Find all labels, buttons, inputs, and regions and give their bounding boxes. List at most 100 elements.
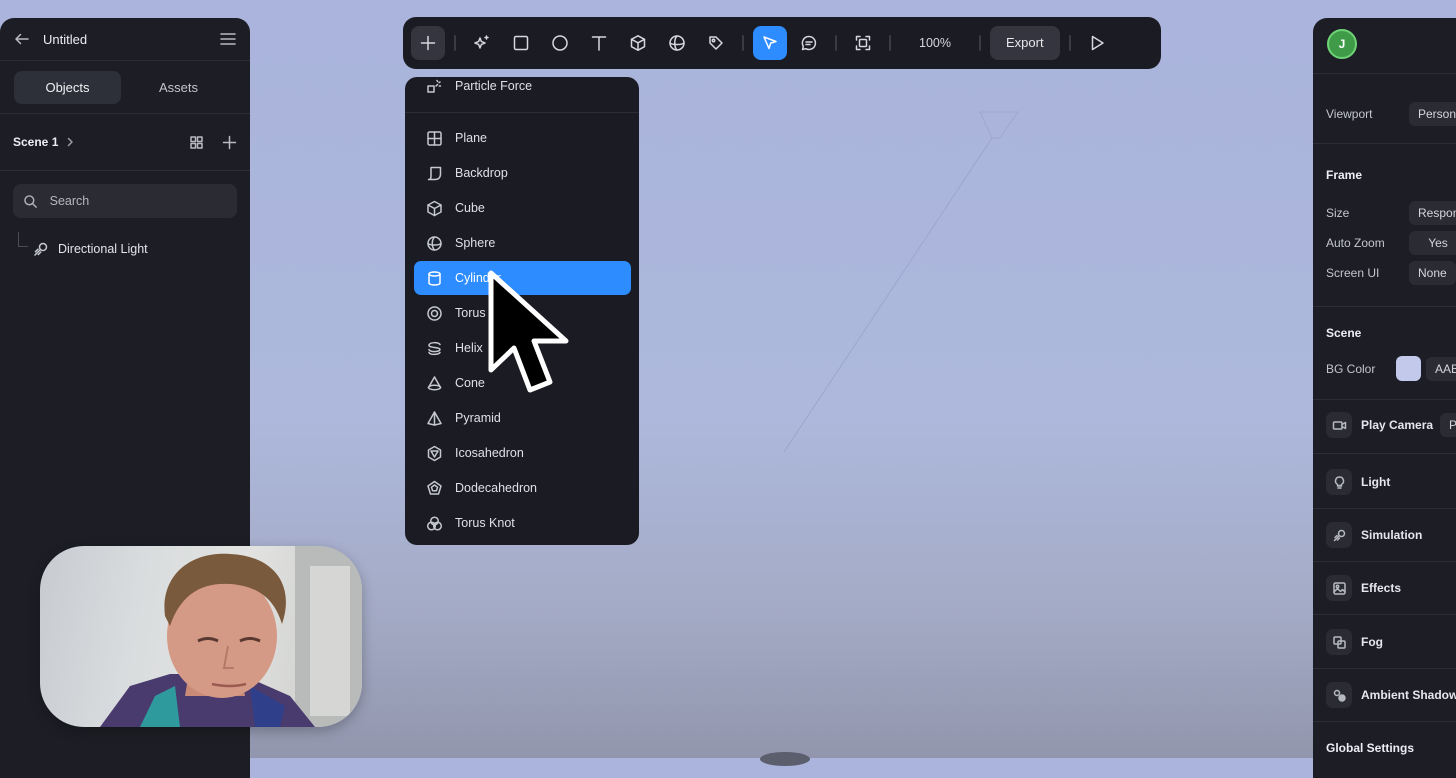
divider [1313, 721, 1456, 722]
menu-item-label: Cube [455, 201, 485, 215]
image-icon [1332, 581, 1347, 596]
auto-zoom-row: Auto Zoom Yes [1326, 231, 1456, 255]
menu-item-particle-force[interactable]: Particle Force [414, 77, 631, 103]
divider [1313, 453, 1456, 454]
ambient-shadow-icon [1332, 688, 1347, 703]
size-select[interactable]: Responsi [1409, 201, 1456, 225]
tree-item-label: Directional Light [58, 242, 148, 256]
toolbar-divider [835, 35, 837, 51]
menu-item-dodecahedron[interactable]: Dodecahedron [414, 471, 631, 505]
bg-color-swatch[interactable] [1396, 356, 1421, 381]
menu-item-cube[interactable]: Cube [414, 191, 631, 225]
torus-knot-icon [426, 515, 443, 532]
search-input[interactable] [47, 193, 227, 209]
ellipse-tool-button[interactable] [543, 26, 577, 60]
menu-item-plane[interactable]: Plane [414, 121, 631, 155]
divider [1313, 73, 1456, 74]
global-settings-heading[interactable]: Global Settings [1326, 741, 1414, 755]
viewport-label: Viewport [1326, 107, 1373, 121]
add-button[interactable] [411, 26, 445, 60]
rectangle-tool-button[interactable] [504, 26, 538, 60]
scene-name: Scene 1 [13, 135, 59, 149]
size-row: Size Responsi [1326, 201, 1456, 225]
tab-assets[interactable]: Assets [125, 71, 232, 104]
toolbar-divider [454, 35, 456, 51]
fog-section[interactable]: Fog [1326, 628, 1383, 656]
divider [1313, 143, 1456, 144]
hamburger-menu-icon[interactable] [219, 30, 237, 48]
pen-tool-button[interactable] [699, 26, 733, 60]
rectangle-icon [512, 34, 530, 52]
simulation-section[interactable]: Simulation [1326, 521, 1422, 549]
tree-item-directional-light[interactable]: Directional Light [0, 232, 250, 266]
ambient-shadow-section[interactable]: Ambient Shadow [1326, 681, 1456, 709]
search-icon [23, 194, 38, 209]
effects-section[interactable]: Effects [1326, 574, 1401, 602]
comment-icon [800, 34, 818, 52]
bg-color-hex-input[interactable]: AAB [1426, 357, 1456, 381]
sparkles-icon [473, 34, 491, 52]
light-section[interactable]: Light [1326, 468, 1390, 496]
grid-view-icon[interactable] [189, 135, 204, 150]
select-tool-button[interactable] [753, 26, 787, 60]
left-panel-tabs: Objects Assets [0, 61, 250, 114]
section-label: Fog [1361, 635, 1383, 649]
cone-icon [426, 375, 443, 392]
cylinder-icon [426, 270, 443, 287]
ai-tool-button[interactable] [465, 26, 499, 60]
pen-icon [707, 34, 725, 52]
play-camera-section[interactable]: Play Camera [1326, 411, 1433, 439]
back-arrow-icon[interactable] [13, 30, 31, 48]
menu-item-label: Cone [455, 376, 485, 390]
ellipse-icon [551, 34, 569, 52]
menu-item-sphere[interactable]: Sphere [414, 226, 631, 260]
export-button[interactable]: Export [990, 26, 1060, 60]
menu-item-backdrop[interactable]: Backdrop [414, 156, 631, 190]
canvas-object-edge[interactable] [760, 752, 810, 766]
menu-item-label: Backdrop [455, 166, 508, 180]
menu-item-pyramid[interactable]: Pyramid [414, 401, 631, 435]
webcam-overlay [40, 546, 362, 727]
scene-selector[interactable]: Scene 1 [0, 114, 250, 171]
menu-item-label: Particle Force [455, 79, 533, 93]
menu-item-icosahedron[interactable]: Icosahedron [414, 436, 631, 470]
screen-ui-select[interactable]: None [1409, 261, 1456, 285]
icosahedron-icon [426, 445, 443, 462]
plus-icon [419, 34, 437, 52]
cube-tool-button[interactable] [621, 26, 655, 60]
frame-tool-button[interactable] [846, 26, 880, 60]
divider [1313, 668, 1456, 669]
text-icon [590, 34, 608, 52]
section-label: Simulation [1361, 528, 1423, 542]
scene-heading: Scene [1326, 326, 1362, 340]
search-box[interactable] [13, 184, 237, 218]
zoom-level[interactable]: 100% [900, 36, 970, 50]
menu-item-torus-knot[interactable]: Torus Knot [414, 506, 631, 540]
particle-force-icon [426, 78, 443, 95]
directional-light-gizmo[interactable] [780, 108, 1025, 456]
mouse-cursor-icon [488, 270, 569, 393]
screen-ui-label: Screen UI [1326, 266, 1380, 280]
user-avatar[interactable]: J [1327, 29, 1357, 59]
screen-ui-row: Screen UI None [1326, 261, 1456, 285]
section-label: Play Camera [1361, 418, 1434, 432]
section-label: Effects [1361, 581, 1402, 595]
camera-icon [1332, 418, 1347, 433]
menu-item-label: Torus Knot [455, 516, 515, 530]
right-panel: J Viewport Personal Frame Size Responsi … [1313, 18, 1456, 778]
tab-objects[interactable]: Objects [14, 70, 121, 104]
play-button[interactable] [1080, 26, 1114, 60]
comment-tool-button[interactable] [792, 26, 826, 60]
play-camera-select[interactable]: P [1440, 413, 1456, 437]
document-title[interactable]: Untitled [43, 32, 219, 47]
chevron-right-icon [64, 136, 76, 148]
directional-light-icon [32, 240, 50, 258]
auto-zoom-toggle[interactable]: Yes [1409, 231, 1456, 255]
add-scene-icon[interactable] [222, 135, 237, 150]
text-tool-button[interactable] [582, 26, 616, 60]
helix-icon [426, 340, 443, 357]
sphere-tool-button[interactable] [660, 26, 694, 60]
viewport-select[interactable]: Personal [1409, 102, 1456, 126]
torus-icon [426, 305, 443, 322]
left-panel-header: Untitled [0, 18, 250, 61]
